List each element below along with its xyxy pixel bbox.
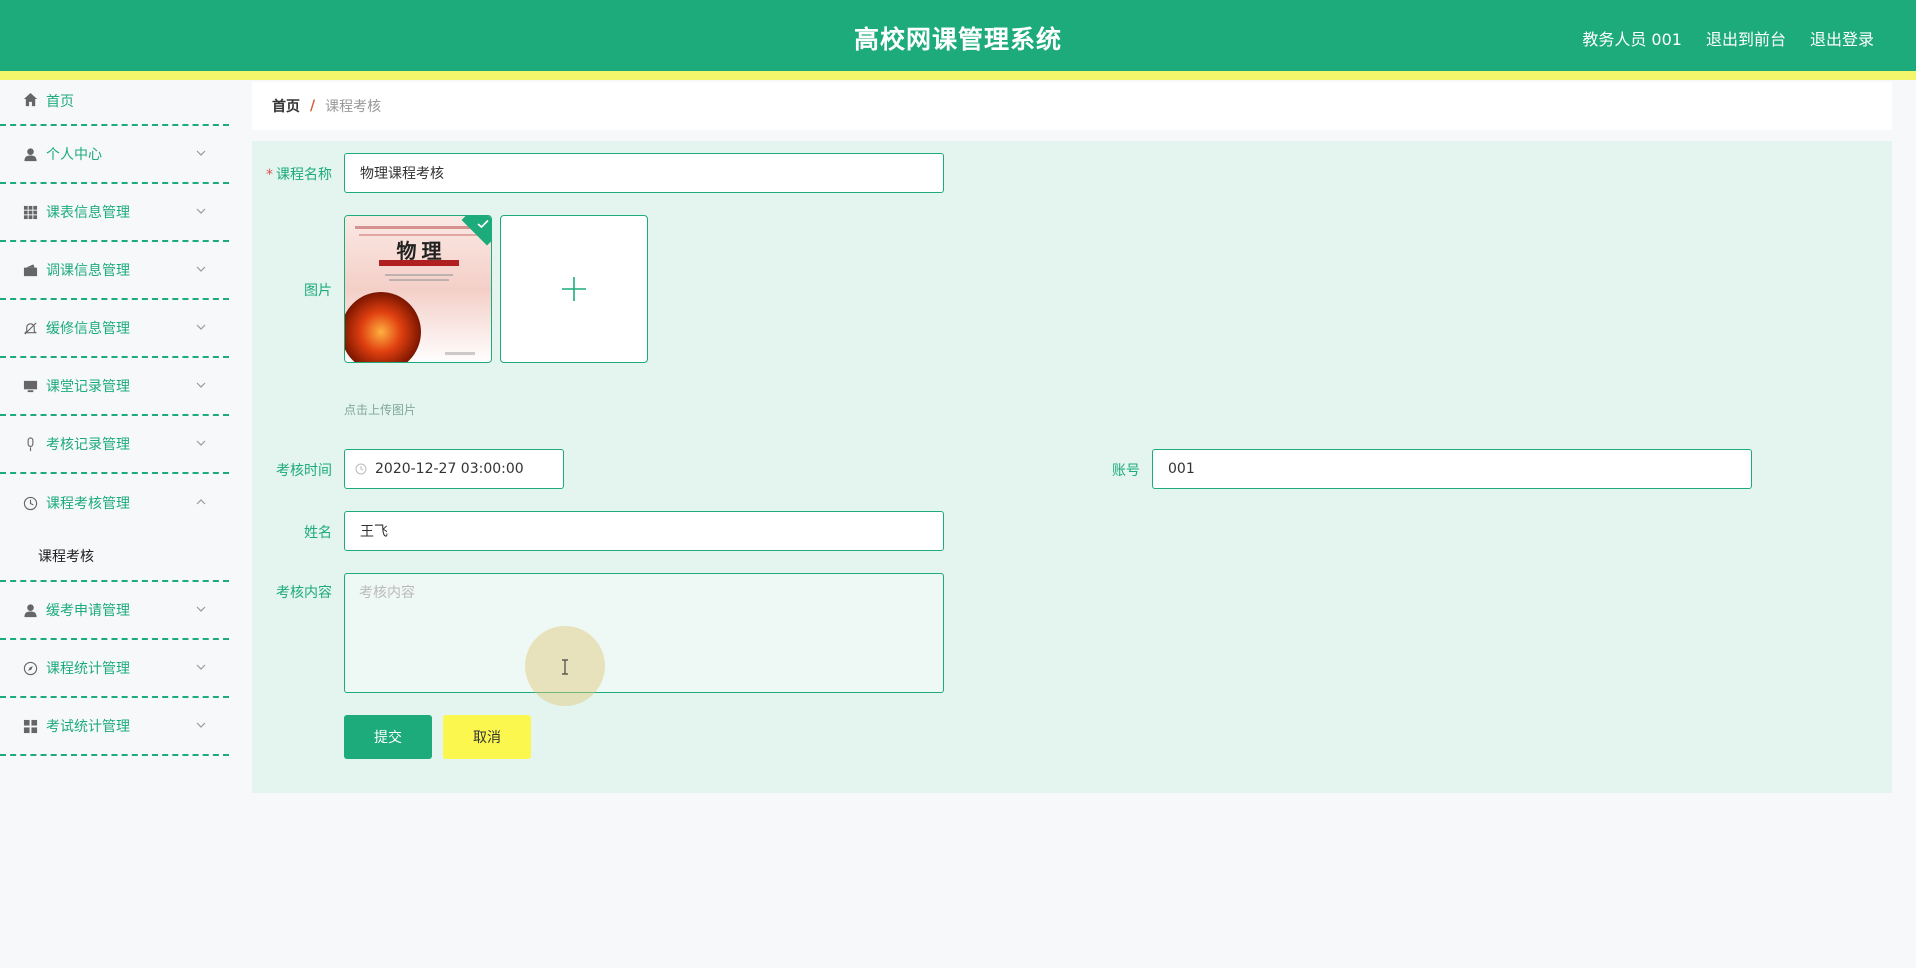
exam-time-picker[interactable]: 2020-12-27 03:00:00 (344, 449, 564, 489)
sidebar-item-label: 课堂记录管理 (46, 379, 130, 395)
sidebar-item-classroom-record[interactable]: 课堂记录管理 (0, 358, 229, 416)
sidebar-item-label: 个人中心 (46, 147, 102, 163)
sidebar-item-label: 首页 (46, 94, 74, 110)
user-icon (22, 602, 38, 618)
name-input[interactable]: 王飞 (344, 511, 944, 551)
dashboard-icon (22, 718, 38, 734)
submit-button[interactable]: 提交 (344, 715, 432, 759)
current-user-label[interactable]: 教务人员 001 (1582, 26, 1682, 50)
chevron-down-icon (196, 208, 206, 214)
chevron-down-icon (196, 266, 206, 272)
breadcrumb-current: 课程考核 (325, 99, 382, 115)
physics-book-cover-image: 物 理 (345, 216, 491, 362)
sidebar-item-exam-statistics[interactable]: 考试统计管理 (0, 698, 229, 756)
exam-time-value: 2020-12-27 03:00:00 (375, 461, 524, 477)
sidebar-item-personal-center[interactable]: 个人中心 (0, 126, 229, 184)
sidebar-item-label: 考试统计管理 (46, 719, 130, 735)
chevron-up-icon (196, 499, 206, 505)
breadcrumb: 首页 / 课程考核 (252, 82, 1892, 130)
sidebar-menu: 首页 个人中心 课表信息管理 调课信息管理 缓修信息管理 课堂记录管理 考核记录… (0, 80, 229, 968)
bell-off-icon (22, 320, 38, 336)
upload-hint: 点击上传图片 (344, 403, 417, 417)
sidebar-item-label: 调课信息管理 (46, 263, 130, 279)
header-accent-stripe (0, 71, 1916, 80)
content-label: 考核内容 (276, 585, 332, 601)
sidebar-item-course-change[interactable]: 调课信息管理 (0, 242, 229, 300)
add-image-button[interactable] (500, 215, 648, 363)
check-icon (477, 219, 489, 229)
grid-icon (22, 204, 38, 220)
chevron-down-icon (196, 150, 206, 156)
account-label: 账号 (1112, 463, 1140, 479)
course-name-input[interactable]: 物理课程考核 (344, 153, 944, 193)
user-icon (22, 146, 38, 162)
home-icon (22, 91, 38, 107)
sidebar-item-course-assessment[interactable]: 课程考核管理 (0, 474, 229, 532)
sidebar-item-course-statistics[interactable]: 课程统计管理 (0, 640, 229, 698)
logout-link[interactable]: 退出登录 (1810, 26, 1874, 50)
clock-icon (355, 463, 367, 475)
course-assessment-form: * 课程名称 物理课程考核 图片 物 理 点击上传图片 考核时间 2020-12… (252, 141, 1892, 793)
sidebar-item-label: 课表信息管理 (46, 205, 130, 221)
text-cursor-icon (562, 659, 568, 675)
course-name-label: * 课程名称 (266, 167, 332, 183)
breadcrumb-separator: / (310, 98, 316, 114)
plus-icon (562, 277, 586, 301)
sidebar-item-exam-deferral[interactable]: 缓考申请管理 (0, 582, 229, 640)
image-label: 图片 (304, 283, 332, 299)
chevron-down-icon (196, 722, 206, 728)
microphone-icon (22, 436, 38, 452)
name-label: 姓名 (304, 525, 332, 541)
sidebar-item-label: 课程统计管理 (46, 661, 130, 677)
chevron-down-icon (196, 382, 206, 388)
chevron-down-icon (196, 440, 206, 446)
sidebar-item-label: 课程考核管理 (46, 496, 130, 512)
uploaded-image-thumbnail[interactable]: 物 理 (344, 215, 492, 363)
sidebar-item-deferral[interactable]: 缓修信息管理 (0, 300, 229, 358)
cancel-button[interactable]: 取消 (443, 715, 531, 759)
sidebar-item-assessment-record[interactable]: 考核记录管理 (0, 416, 229, 474)
chevron-down-icon (196, 606, 206, 612)
breadcrumb-home-link[interactable]: 首页 (272, 96, 300, 116)
sidebar-item-label: 缓考申请管理 (46, 603, 130, 619)
sidebar-item-home[interactable]: 首页 (0, 80, 229, 126)
exam-time-label: 考核时间 (276, 463, 332, 479)
top-header: 高校网课管理系统 教务人员 001 退出到前台 退出登录 (0, 0, 1916, 71)
header-links: 教务人员 001 退出到前台 退出登录 (1582, 26, 1874, 50)
sidebar-subitem-course-assessment[interactable]: 课程考核 (0, 532, 229, 582)
chevron-down-icon (196, 664, 206, 670)
thumbnail-title: 物 理 (397, 239, 442, 263)
required-asterisk: * (266, 167, 273, 183)
account-input[interactable]: 001 (1152, 449, 1752, 489)
sidebar-item-schedule[interactable]: 课表信息管理 (0, 184, 229, 242)
content-textarea[interactable]: 考核内容 (344, 573, 944, 693)
monitor-icon (22, 378, 38, 394)
back-to-front-link[interactable]: 退出到前台 (1706, 26, 1786, 50)
compass-icon (22, 660, 38, 676)
chevron-down-icon (196, 324, 206, 330)
sidebar-item-label: 考核记录管理 (46, 437, 130, 453)
clock-icon (22, 495, 38, 511)
wallet-icon (22, 262, 38, 278)
sidebar-item-label: 缓修信息管理 (46, 321, 130, 337)
